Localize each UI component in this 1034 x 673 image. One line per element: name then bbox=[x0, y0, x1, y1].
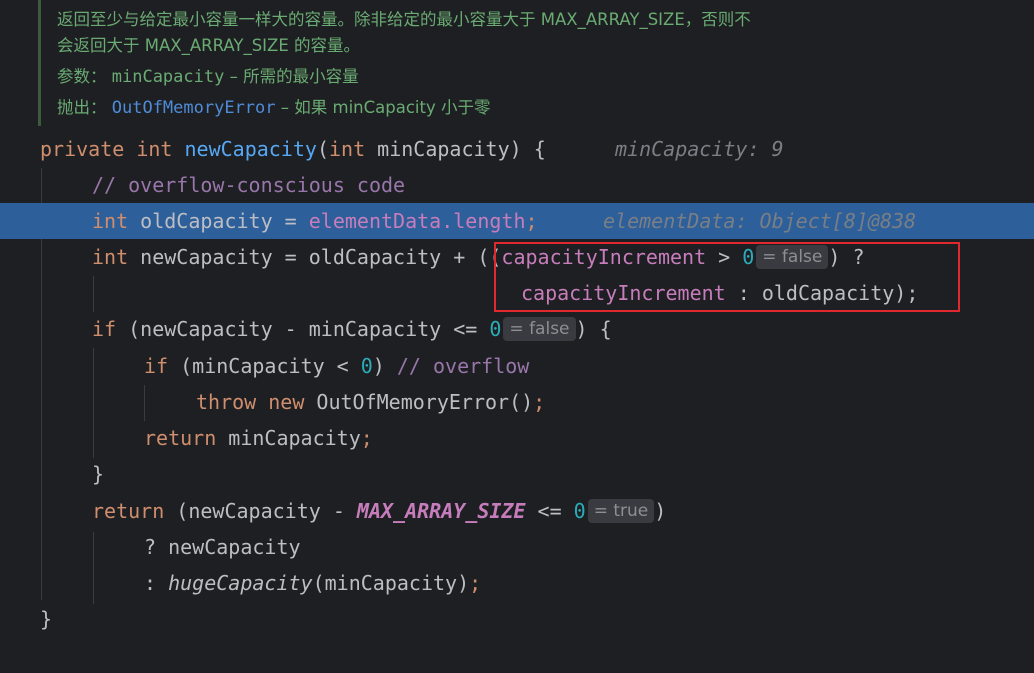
expr: (newCapacity - minCapacity <= bbox=[116, 317, 490, 341]
keyword-throw: throw bbox=[196, 390, 257, 414]
code-line-return-min[interactable]: return minCapacity; bbox=[0, 420, 1034, 456]
var-decl: oldCapacity = bbox=[128, 209, 309, 233]
keyword-if: if bbox=[92, 317, 117, 341]
code-line-method-signature[interactable]: private int newCapacity(int minCapacity)… bbox=[0, 131, 1034, 167]
semicolon: ; bbox=[525, 209, 538, 233]
code-line-close-method[interactable]: } bbox=[0, 601, 1034, 637]
expr: (minCapacity < bbox=[168, 354, 361, 378]
code-line-throw[interactable]: throw new OutOfMemoryError(); bbox=[0, 384, 1034, 420]
expr: minCapacity bbox=[216, 426, 361, 450]
keyword-int: int bbox=[136, 137, 173, 161]
semicolon: ; bbox=[360, 426, 373, 450]
brace-close: } bbox=[40, 607, 53, 631]
semicolon: ; bbox=[533, 390, 546, 414]
debug-inline-value-mincapacity: minCapacity: 9 bbox=[615, 137, 784, 161]
param-description: – 所需的最小容量 bbox=[224, 67, 359, 86]
code-line-current-execution[interactable]: int oldCapacity = elementData.length; el… bbox=[0, 203, 1034, 239]
number-literal: 0 bbox=[573, 499, 586, 523]
highlight-annotation-box bbox=[494, 242, 960, 312]
javadoc-description-line2: 会返回大于 MAX_ARRAY_SIZE 的容量。 bbox=[57, 36, 361, 55]
constructor-call[interactable]: OutOfMemoryError() bbox=[304, 390, 533, 414]
inlay-hint-false: = false bbox=[503, 317, 576, 341]
javadoc-throws: 抛出： OutOfMemoryError – 如果 minCapacity 小于… bbox=[57, 94, 490, 118]
code-line-ternary-true[interactable]: ? newCapacity bbox=[0, 529, 1034, 565]
expr: newCapacity = oldCapacity + (( bbox=[128, 245, 502, 269]
throws-description: – 如果 minCapacity 小于零 bbox=[275, 98, 491, 117]
brace-close: } bbox=[92, 462, 105, 486]
keyword-return: return bbox=[144, 426, 217, 450]
keyword-private: private bbox=[40, 137, 125, 161]
keyword-new: new bbox=[268, 390, 305, 414]
method-name[interactable]: newCapacity bbox=[185, 137, 317, 161]
colon: : bbox=[144, 571, 169, 595]
param-name[interactable]: minCapacity bbox=[112, 67, 225, 87]
code-line-close-if[interactable]: } bbox=[0, 456, 1034, 492]
brace-open: ) { bbox=[575, 317, 612, 341]
keyword-if: if bbox=[144, 354, 169, 378]
operator: <= bbox=[525, 499, 574, 523]
throws-label: 抛出： bbox=[57, 98, 107, 117]
expr: (newCapacity - bbox=[164, 499, 357, 523]
params-label: 参数： bbox=[57, 67, 107, 86]
constant-max-array-size[interactable]: MAX_ARRAY_SIZE bbox=[357, 499, 526, 523]
method-hugecapacity[interactable]: hugeCapacity bbox=[168, 571, 313, 595]
keyword-int: int bbox=[92, 245, 129, 269]
paren-close: ) bbox=[654, 499, 667, 523]
comment: // overflow-conscious code bbox=[92, 173, 406, 197]
javadoc-block: 返回至少与给定最小容量一样大的容量。除非给定的最小容量大于 MAX_ARRAY_… bbox=[38, 0, 1034, 126]
semicolon: ; bbox=[469, 571, 482, 595]
inlay-hint-true: = true bbox=[587, 499, 655, 523]
expr: ? newCapacity bbox=[144, 535, 301, 559]
args: (minCapacity) bbox=[312, 571, 470, 595]
code-line-ternary-false[interactable]: : hugeCapacity(minCapacity); bbox=[0, 565, 1034, 601]
code-line-if-check[interactable]: if (newCapacity - minCapacity <= 0 = fals… bbox=[0, 311, 1034, 347]
code-line-overflow-check[interactable]: if (minCapacity < 0) // overflow bbox=[0, 348, 1034, 384]
keyword-return: return bbox=[92, 499, 165, 523]
throws-type-link[interactable]: OutOfMemoryError bbox=[112, 98, 276, 118]
javadoc-description-line1: 返回至少与给定最小容量一样大的容量。除非给定的最小容量大于 MAX_ARRAY_… bbox=[57, 10, 751, 29]
paren: ( bbox=[316, 137, 330, 161]
param-decl: minCapacity) { bbox=[365, 137, 546, 161]
keyword-int: int bbox=[92, 209, 129, 233]
code-line-comment[interactable]: // overflow-conscious code bbox=[0, 167, 1034, 203]
number-literal: 0 bbox=[360, 354, 373, 378]
debug-inline-value-elementdata: elementData: Object[8]@838 bbox=[603, 209, 917, 233]
code-line-return-ternary[interactable]: return (newCapacity - MAX_ARRAY_SIZE <= … bbox=[0, 493, 1034, 529]
number-literal: 0 bbox=[489, 317, 502, 341]
comment-slash: // bbox=[396, 354, 434, 378]
field-length: .length bbox=[441, 209, 526, 233]
javadoc-params: 参数： minCapacity – 所需的最小容量 bbox=[57, 63, 359, 87]
param-type: int bbox=[329, 137, 366, 161]
paren-close: ) bbox=[372, 354, 397, 378]
comment-overflow: overflow bbox=[433, 354, 530, 378]
field-elementdata[interactable]: elementData bbox=[309, 209, 441, 233]
